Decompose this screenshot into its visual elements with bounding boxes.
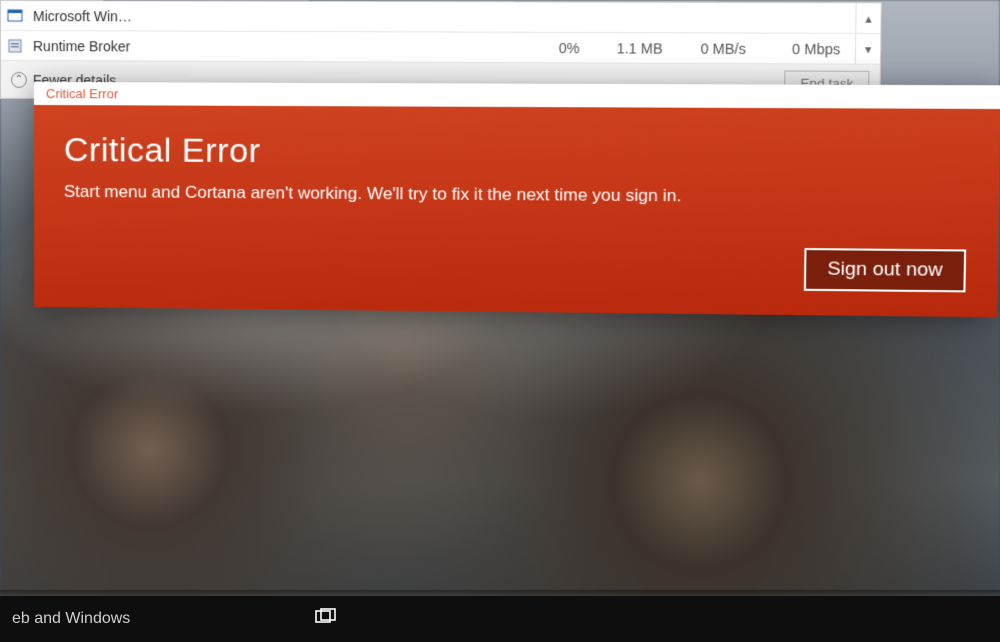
search-input-placeholder[interactable]: eb and Windows: [0, 610, 130, 628]
process-icon: [1, 37, 29, 53]
critical-error-dialog: Critical Error Critical Error Start menu…: [34, 82, 1000, 317]
process-name: Runtime Broker: [29, 38, 522, 56]
scroll-up-icon[interactable]: ▴: [855, 3, 881, 33]
cpu-value: 0%: [522, 39, 594, 56]
dialog-actions: Sign out now: [64, 242, 966, 293]
chevron-up-icon: ⌃: [11, 71, 27, 87]
table-row[interactable]: Microsoft Win… ▴: [1, 1, 881, 34]
taskbar[interactable]: eb and Windows: [0, 596, 1000, 642]
memory-value: 1.1 MB: [594, 40, 677, 57]
sign-out-button[interactable]: Sign out now: [804, 248, 966, 292]
process-name: Microsoft Win…: [29, 8, 522, 26]
task-view-icon: [315, 608, 337, 631]
network-value: 0 Mbps: [760, 40, 855, 57]
dialog-body: Critical Error Start menu and Cortana ar…: [34, 105, 1000, 317]
scroll-down-icon[interactable]: ▾: [855, 34, 881, 64]
task-view-button[interactable]: [300, 596, 352, 642]
table-row[interactable]: Runtime Broker 0% 1.1 MB 0 MB/s 0 Mbps ▾: [1, 31, 880, 65]
disk-value: 0 MB/s: [677, 40, 761, 57]
dialog-heading: Critical Error: [64, 131, 968, 176]
window-icon: [1, 7, 29, 23]
dialog-message: Start menu and Cortana aren't working. W…: [64, 182, 967, 209]
